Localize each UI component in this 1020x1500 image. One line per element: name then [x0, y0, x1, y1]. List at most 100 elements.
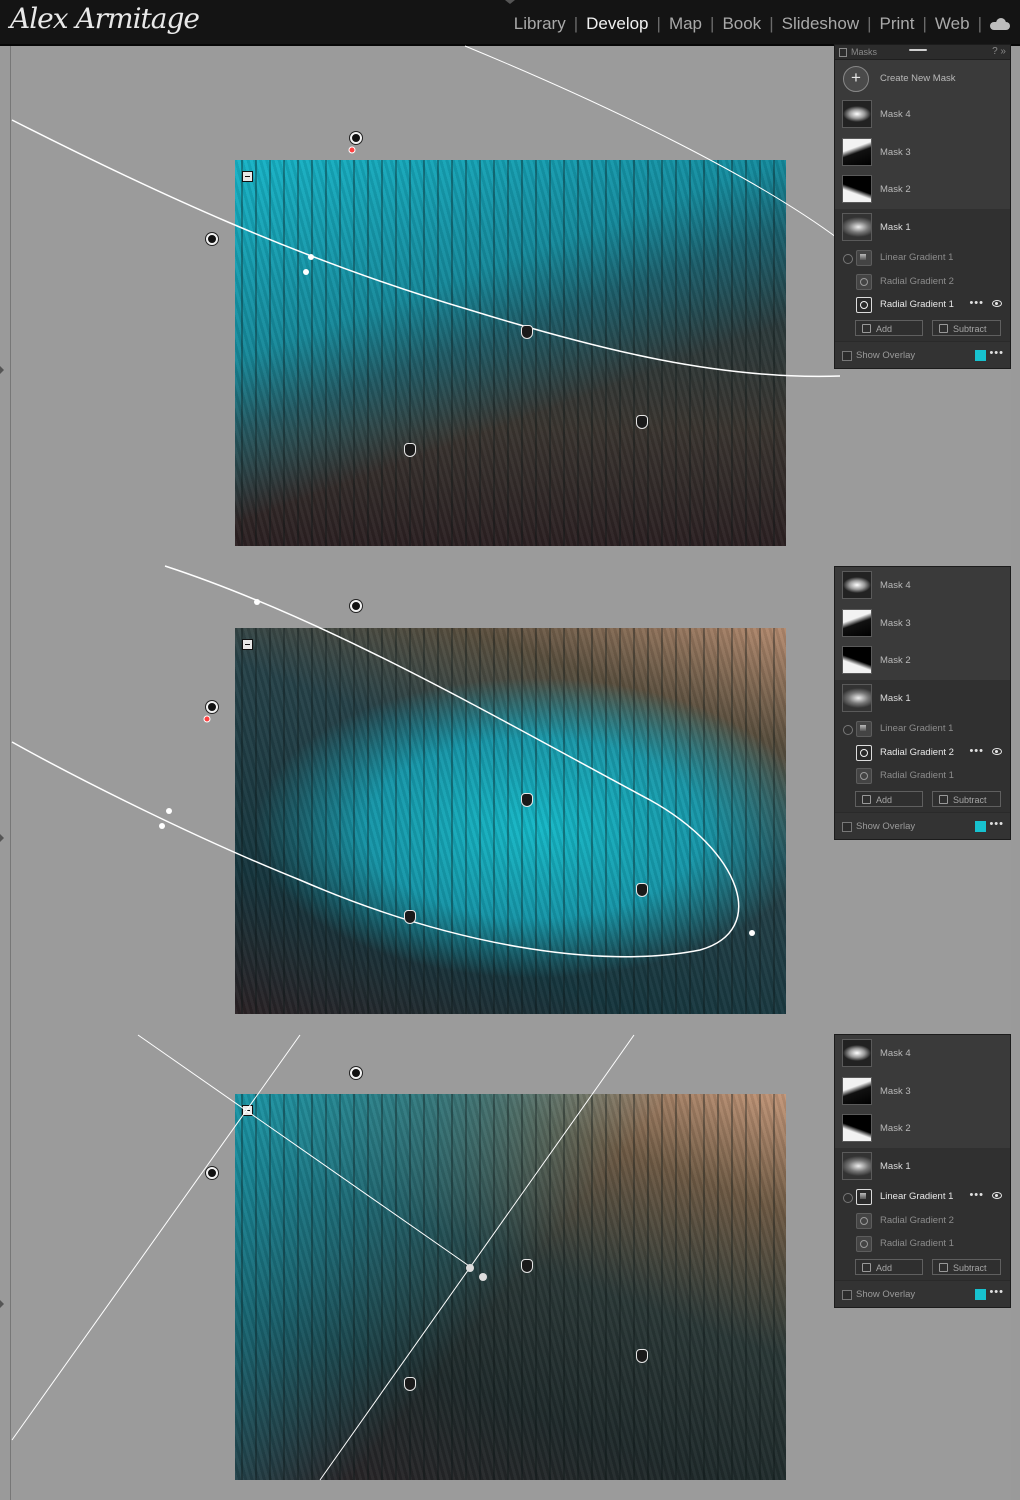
module-develop[interactable]: Develop [578, 14, 656, 34]
show-overlay-row: Show Overlay ••• [835, 340, 1010, 368]
mask-item-3[interactable]: Mask 3 [835, 1073, 1010, 1111]
masks-panel: Mask 4 Mask 3 Mask 2 Mask 1 Linear Gradi… [834, 566, 1011, 840]
cloud-icon[interactable] [990, 18, 1010, 30]
center-handle[interactable] [466, 1264, 474, 1272]
mask-thumbnail [842, 137, 872, 166]
mask-item-2[interactable]: Mask 2 [835, 171, 1010, 209]
mask-pin-icon[interactable] [636, 883, 648, 897]
rotate-handle[interactable] [206, 1167, 218, 1179]
mask-item-3[interactable]: Mask 3 [835, 605, 1010, 643]
left-panel-toggle[interactable] [0, 1300, 4, 1308]
eye-icon[interactable] [992, 747, 1002, 755]
drag-handle[interactable] [909, 49, 927, 51]
component-linear-gradient-1[interactable]: Linear Gradient 1 [835, 246, 1010, 270]
resize-handle[interactable] [308, 254, 314, 260]
mask-item-4[interactable]: Mask 4 [835, 567, 1010, 605]
plus-icon[interactable]: + [843, 66, 869, 92]
add-icon [862, 794, 871, 804]
panel-header-icons[interactable]: ? » [992, 46, 1006, 57]
rotate-handle[interactable] [206, 233, 218, 245]
eye-icon[interactable] [992, 1192, 1002, 1199]
module-web[interactable]: Web [927, 14, 978, 34]
feather-handle[interactable] [203, 715, 211, 723]
subtract-button[interactable]: Subtract [932, 1258, 1001, 1275]
mask-item-4[interactable]: Mask 4 [835, 96, 1010, 134]
identity-plate: Alex Armitage [10, 2, 200, 35]
more-icon[interactable]: ••• [989, 818, 1004, 830]
mask-thumbnail [842, 175, 872, 203]
resize-handle[interactable] [749, 930, 755, 936]
mask-pin-icon[interactable] [521, 793, 533, 807]
module-book[interactable]: Book [714, 14, 769, 34]
mask-pin-square-icon[interactable] [242, 639, 253, 650]
mask-item-1[interactable]: Mask 1 [835, 679, 1010, 717]
subtract-icon [939, 323, 948, 333]
add-button[interactable]: Add [855, 790, 923, 807]
resize-handle[interactable] [159, 823, 165, 829]
feather-handle[interactable] [348, 146, 356, 154]
mask-item-1[interactable]: Mask 1 [835, 208, 1010, 246]
mask-pin-icon[interactable] [521, 325, 533, 339]
component-radial-gradient-1[interactable]: Radial Gradient 1 [835, 764, 1010, 788]
module-slideshow[interactable]: Slideshow [774, 14, 868, 34]
rotate-handle[interactable] [350, 1067, 362, 1079]
rotate-handle[interactable] [350, 132, 362, 144]
overlay-color-swatch[interactable] [975, 820, 986, 832]
overlay-color-swatch[interactable] [975, 349, 986, 361]
photo-preview-radial-gradient-2[interactable] [235, 628, 786, 1014]
mask-item-1[interactable]: Mask 1 [835, 1147, 1010, 1185]
rotate-handle[interactable] [350, 600, 362, 612]
show-overlay-checkbox[interactable] [842, 821, 852, 832]
more-icon[interactable]: ••• [989, 347, 1004, 359]
more-icon[interactable]: ••• [969, 745, 984, 757]
top-bar: Alex Armitage Library | Develop | Map | Boo… [0, 0, 1020, 46]
center-handle[interactable] [479, 1273, 487, 1281]
top-panel-toggle[interactable] [505, 0, 515, 4]
add-button[interactable]: Add [855, 319, 923, 336]
show-overlay-row: Show Overlay ••• [835, 1279, 1010, 1307]
eye-icon[interactable] [992, 300, 1002, 307]
overlay-color-swatch[interactable] [975, 1288, 986, 1300]
component-radial-gradient-2[interactable]: Radial Gradient 2 ••• [835, 740, 1010, 764]
mask-pin-icon[interactable] [404, 910, 416, 924]
module-print[interactable]: Print [872, 14, 923, 34]
resize-handle[interactable] [303, 269, 309, 275]
mask-item-2[interactable]: Mask 2 [835, 642, 1010, 680]
more-icon[interactable]: ••• [989, 1286, 1004, 1298]
mask-pin-icon[interactable] [404, 1377, 416, 1391]
mask-item-2[interactable]: Mask 2 [835, 1110, 1010, 1148]
mask-item-4[interactable]: Mask 4 [835, 1035, 1010, 1073]
module-map[interactable]: Map [661, 14, 710, 34]
mask-item-3[interactable]: Mask 3 [835, 134, 1010, 172]
photo-preview-linear-gradient-1[interactable] [235, 1094, 786, 1480]
more-icon[interactable]: ••• [969, 297, 984, 309]
rotate-handle[interactable] [206, 701, 218, 713]
component-radial-gradient-2[interactable]: Radial Gradient 2 [835, 1208, 1010, 1232]
subtract-button[interactable]: Subtract [932, 319, 1001, 336]
add-button[interactable]: Add [855, 1258, 923, 1275]
more-icon[interactable]: ••• [969, 1189, 984, 1201]
mask-pin-square-icon[interactable] [242, 1105, 253, 1116]
add-icon [862, 1262, 871, 1272]
left-panel-toggle[interactable] [0, 834, 4, 842]
create-new-mask-button[interactable]: + Create New Mask [835, 60, 1010, 96]
component-linear-gradient-1[interactable]: Linear Gradient 1 ••• [835, 1185, 1010, 1209]
component-radial-gradient-1[interactable]: Radial Gradient 1 [835, 1232, 1010, 1256]
mask-pin-square-icon[interactable] [242, 171, 253, 182]
photo-preview-radial-gradient-1[interactable] [235, 160, 786, 546]
component-radial-gradient-2[interactable]: Radial Gradient 2 [835, 269, 1010, 293]
left-panel-toggle[interactable] [0, 366, 4, 374]
linear-gradient-icon [856, 1189, 872, 1205]
show-overlay-checkbox[interactable] [842, 350, 852, 361]
resize-handle[interactable] [166, 808, 172, 814]
resize-handle[interactable] [254, 599, 260, 605]
module-library[interactable]: Library [506, 14, 574, 34]
mask-pin-icon[interactable] [636, 1349, 648, 1363]
component-linear-gradient-1[interactable]: Linear Gradient 1 [835, 717, 1010, 741]
mask-pin-icon[interactable] [521, 1259, 533, 1273]
component-radial-gradient-1[interactable]: Radial Gradient 1 ••• [835, 293, 1010, 317]
subtract-button[interactable]: Subtract [932, 790, 1001, 807]
mask-pin-icon[interactable] [636, 415, 648, 429]
mask-pin-icon[interactable] [404, 443, 416, 457]
show-overlay-checkbox[interactable] [842, 1289, 852, 1300]
